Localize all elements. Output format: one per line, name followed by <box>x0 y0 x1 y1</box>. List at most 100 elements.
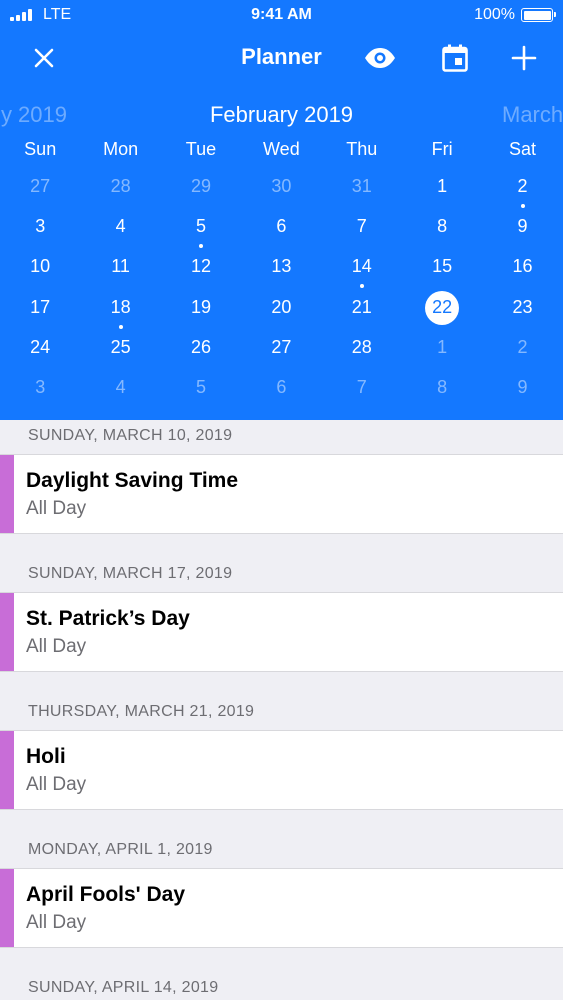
calendar-day[interactable]: 10 <box>0 248 80 288</box>
day-number: 4 <box>115 376 126 397</box>
current-month-label: February 2019 <box>209 102 354 127</box>
calendar-day-selected[interactable]: 22 <box>402 289 482 329</box>
calendar-day[interactable]: 20 <box>241 289 321 329</box>
calendar-day[interactable]: 23 <box>482 289 562 329</box>
calendar-color-stripe <box>0 869 14 947</box>
date-section-header: SUNDAY, MARCH 17, 2019 <box>28 565 233 582</box>
calendar-day[interactable]: 27 <box>0 168 80 208</box>
day-number: 23 <box>512 296 533 317</box>
day-number: 8 <box>437 376 448 397</box>
calendar-day[interactable]: 19 <box>161 289 241 329</box>
eye-icon <box>365 48 395 68</box>
date-section-header: THURSDAY, MARCH 21, 2019 <box>28 703 255 720</box>
battery-icon <box>521 8 556 22</box>
battery-percent: 100% <box>474 6 515 23</box>
view-button[interactable] <box>364 42 396 74</box>
calendar-day[interactable]: 3 <box>0 208 80 248</box>
weekday-label: Sat <box>509 139 537 159</box>
calendar-day[interactable]: 3 <box>0 369 80 409</box>
event-title: April Fools' Day <box>26 883 186 906</box>
calendar-day[interactable]: 25 <box>80 329 160 369</box>
day-number: 28 <box>110 176 131 196</box>
add-event-button[interactable] <box>508 42 540 74</box>
date-section-header: SUNDAY, MARCH 10, 2019 <box>28 427 233 444</box>
calendar-day[interactable]: 31 <box>322 168 402 208</box>
calendar-day[interactable]: 7 <box>322 208 402 248</box>
day-number: 1 <box>437 336 448 357</box>
calendar-day[interactable]: 21 <box>322 289 402 329</box>
calendar-week-row: 24 25 26 27 28 1 2 <box>0 329 563 369</box>
planner-header: LTE 9:41 AM 100% Planner y 2019 February… <box>0 0 563 420</box>
event-row[interactable]: Holi All Day <box>0 730 563 810</box>
calendar-day[interactable]: 5 <box>161 208 241 249</box>
calendar-day[interactable]: 14 <box>322 248 402 289</box>
calendar-day[interactable]: 8 <box>402 369 482 409</box>
calendar-day[interactable]: 4 <box>80 369 160 409</box>
event-time: All Day <box>26 774 87 795</box>
calendar-day[interactable]: 24 <box>0 329 80 369</box>
day-number: 7 <box>356 216 367 237</box>
weekday-label: Fri <box>431 139 453 159</box>
weekday-label: Tue <box>185 139 217 159</box>
calendar-week-row: 27 28 29 30 31 1 2 <box>0 168 563 208</box>
calendar-day[interactable]: 15 <box>402 248 482 288</box>
day-number: 29 <box>190 176 211 196</box>
calendar-day[interactable]: 1 <box>402 329 482 369</box>
weekday-label: Thu <box>346 139 378 159</box>
day-number: 18 <box>110 296 131 317</box>
event-row[interactable]: Daylight Saving Time All Day <box>0 454 563 534</box>
calendar-day[interactable]: 4 <box>80 208 160 248</box>
calendar-day[interactable]: 29 <box>161 168 241 208</box>
calendar-day[interactable]: 2 <box>482 329 562 369</box>
next-month-label[interactable]: March <box>502 102 563 128</box>
calendar-day[interactable]: 7 <box>322 369 402 409</box>
calendar-day[interactable]: 30 <box>241 168 321 208</box>
day-number: 4 <box>115 216 126 237</box>
day-number: 13 <box>271 256 292 277</box>
calendar-week-row: 3 4 5 6 7 8 9 <box>0 208 563 249</box>
calendar-day[interactable]: 2 <box>482 168 562 208</box>
event-time: All Day <box>26 498 87 519</box>
event-row[interactable]: April Fools' Day All Day <box>0 868 563 948</box>
event-title: St. Patrick’s Day <box>26 607 190 630</box>
today-button[interactable] <box>439 42 471 74</box>
calendar-day[interactable]: 11 <box>80 248 160 288</box>
calendar-day[interactable]: 6 <box>241 208 321 248</box>
calendar-day[interactable]: 1 <box>402 168 482 208</box>
calendar-day[interactable]: 5 <box>161 369 241 409</box>
day-number: 27 <box>271 336 292 357</box>
calendar-day[interactable]: 8 <box>402 208 482 248</box>
event-row[interactable]: St. Patrick’s Day All Day <box>0 592 563 672</box>
calendar-day[interactable]: 16 <box>482 248 562 288</box>
calendar-day[interactable]: 28 <box>80 168 160 208</box>
calendar-day[interactable]: 26 <box>161 329 241 369</box>
calendar-day[interactable]: 18 <box>80 289 160 329</box>
calendar-color-stripe <box>0 731 14 809</box>
calendar-icon <box>442 44 468 72</box>
day-number: 16 <box>512 256 533 277</box>
day-number: 25 <box>110 336 131 357</box>
event-title: Daylight Saving Time <box>26 469 238 492</box>
calendar-day[interactable]: 27 <box>241 329 321 369</box>
calendar-day[interactable]: 17 <box>0 289 80 329</box>
calendar-day[interactable]: 13 <box>241 248 321 288</box>
calendar-color-stripe <box>0 455 14 533</box>
day-number: 30 <box>271 176 292 196</box>
calendar-day[interactable]: 6 <box>241 369 321 409</box>
page-title: Planner <box>241 44 322 69</box>
day-number: 2 <box>517 336 528 357</box>
day-number: 14 <box>351 256 372 277</box>
calendar-day[interactable]: 9 <box>482 369 562 409</box>
calendar-day[interactable]: 9 <box>482 208 562 248</box>
day-number: 3 <box>35 376 46 397</box>
event-list: SUNDAY, MARCH 10, 2019 Daylight Saving Ti… <box>0 420 563 1000</box>
weekday-label: Mon <box>103 139 139 159</box>
calendar-day[interactable]: 12 <box>161 248 241 288</box>
plus-icon <box>511 45 537 71</box>
month-carousel[interactable]: y 2019 February 2019 March <box>0 100 563 130</box>
day-number: 19 <box>190 296 211 317</box>
date-section-header: MONDAY, APRIL 1, 2019 <box>28 841 213 858</box>
day-number: 3 <box>35 216 46 237</box>
day-number: 26 <box>190 336 211 357</box>
calendar-day[interactable]: 28 <box>322 329 402 369</box>
